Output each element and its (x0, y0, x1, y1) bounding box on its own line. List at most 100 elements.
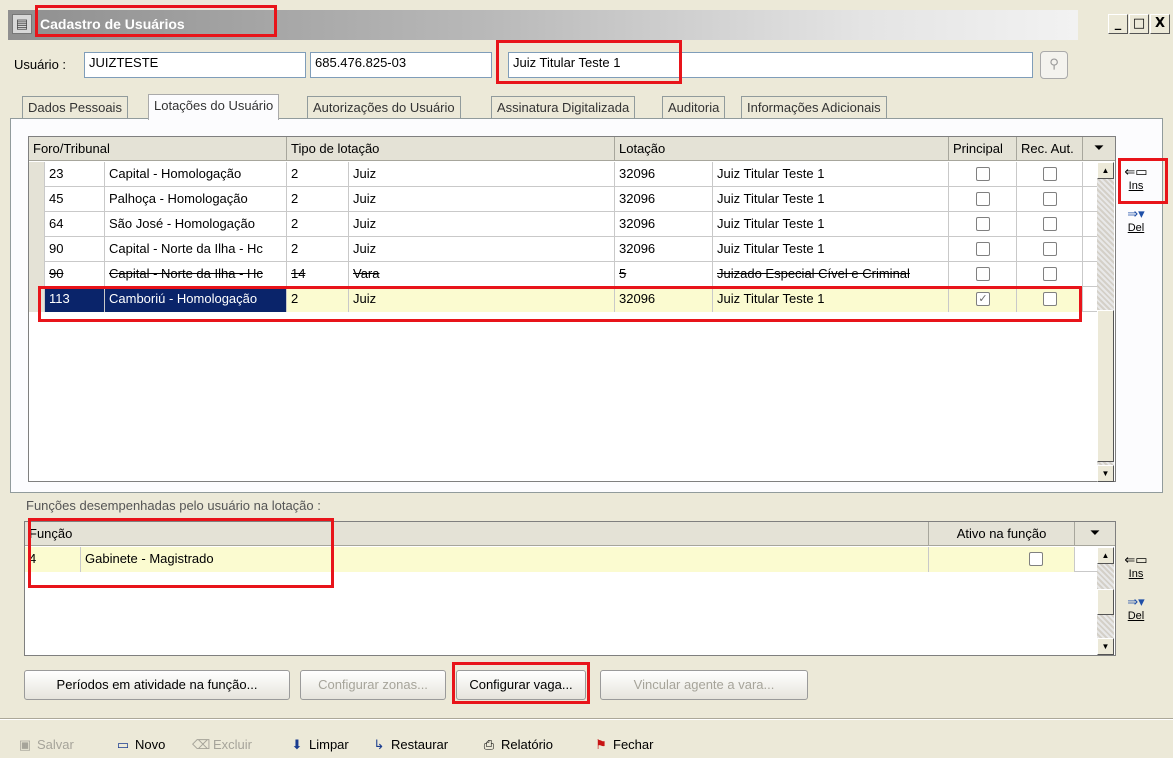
filter-icon[interactable]: ⏷ (1083, 137, 1115, 161)
row-gutter[interactable] (29, 187, 45, 212)
cell-lotacao[interactable]: Juiz Titular Teste 1 (713, 287, 949, 312)
cell-funcao-cod[interactable]: 4 (25, 547, 81, 572)
cell-lotacao[interactable]: Juiz Titular Teste 1 (713, 162, 949, 187)
scroll-down-icon[interactable]: ▼ (1097, 638, 1114, 655)
principal-checkbox[interactable] (976, 242, 990, 256)
app-window-icon[interactable]: ▤ (12, 14, 32, 34)
cell-foro[interactable]: Capital - Homologação (105, 162, 287, 187)
filter-icon[interactable]: ⏷ (1075, 522, 1115, 546)
cell-lot_cod[interactable]: 32096 (615, 212, 713, 237)
cell-tipo_cod[interactable]: 2 (287, 237, 349, 262)
cell-tipo_cod[interactable]: 2 (287, 287, 349, 312)
column-header-rec-aut[interactable]: Rec. Aut. (1017, 137, 1083, 161)
cell-lot_cod[interactable]: 32096 (615, 162, 713, 187)
fechar-button[interactable]: ⚑ Fechar (592, 737, 653, 753)
row-gutter[interactable] (29, 237, 45, 262)
rec-aut-checkbox[interactable] (1043, 217, 1057, 231)
rec-aut-checkbox[interactable] (1043, 242, 1057, 256)
lotacoes-scrollbar[interactable]: ▲ ▼ (1097, 162, 1114, 482)
close-button[interactable]: X (1150, 14, 1170, 34)
configurar-vaga-button[interactable]: Configurar vaga... (456, 670, 586, 700)
novo-button[interactable]: ▭ Novo (114, 737, 166, 753)
user-cpf-field[interactable]: 685.476.825-03 (310, 52, 492, 78)
cell-cod[interactable]: 90 (45, 262, 105, 287)
table-row[interactable]: 90 Capital - Norte da Ilha - Hc 14 Vara 5 Jui… (29, 262, 1097, 287)
excluir-button[interactable]: ⌫ Excluir (192, 737, 252, 753)
cell-lotacao[interactable]: Juiz Titular Teste 1 (713, 187, 949, 212)
principal-checkbox[interactable] (976, 167, 990, 181)
principal-checkbox[interactable] (976, 192, 990, 206)
table-row[interactable]: 64 São José - Homologação 2 Juiz 32096 Juiz T… (29, 212, 1097, 237)
scroll-up-icon[interactable]: ▲ (1097, 162, 1114, 179)
cell-lot_cod[interactable]: 32096 (615, 287, 713, 312)
restaurar-button[interactable]: ↳ Restaurar (370, 737, 449, 753)
cell-foro[interactable]: Capital - Norte da Ilha - Hc (105, 237, 287, 262)
table-row[interactable]: 23 Capital - Homologação 2 Juiz 32096 Juiz Ti… (29, 162, 1097, 187)
column-header-tipo[interactable]: Tipo de lotação (287, 137, 615, 161)
funcoes-scrollbar[interactable]: ▲ ▼ (1097, 547, 1114, 655)
tab-dados-pessoais[interactable]: Dados Pessoais (22, 96, 128, 118)
cell-tipo_cod[interactable]: 2 (287, 162, 349, 187)
cell-tipo[interactable]: Juiz (349, 212, 615, 237)
search-icon[interactable]: ⚲ (1040, 51, 1068, 79)
scroll-down-icon[interactable]: ▼ (1097, 465, 1114, 482)
cell-tipo[interactable]: Juiz (349, 187, 615, 212)
relatorio-button[interactable]: ⎙ Relatório (480, 737, 553, 753)
cell-lotacao[interactable]: Juizado Especial Cível e Criminal (713, 262, 949, 287)
cell-lot_cod[interactable]: 32096 (615, 237, 713, 262)
cell-tipo[interactable]: Juiz (349, 162, 615, 187)
lotacoes-delete-button[interactable]: ⇒▾ Del (1122, 206, 1150, 242)
cell-foro[interactable]: Palhoça - Homologação (105, 187, 287, 212)
row-gutter[interactable] (29, 262, 45, 287)
table-row[interactable]: 4 Gabinete - Magistrado (25, 547, 1097, 572)
salvar-button[interactable]: ▣ Salvar (16, 737, 74, 753)
table-row[interactable]: 45 Palhoça - Homologação 2 Juiz 32096 Juiz Ti… (29, 187, 1097, 212)
column-header-ativo[interactable]: Ativo na função (929, 522, 1075, 546)
lotacoes-insert-button[interactable]: ⇐▭ Ins (1122, 164, 1150, 200)
rec-aut-checkbox[interactable] (1043, 167, 1057, 181)
cell-tipo[interactable]: Juiz (349, 287, 615, 312)
column-header-funcao[interactable]: Função (25, 522, 929, 546)
cell-foro[interactable]: São José - Homologação (105, 212, 287, 237)
principal-checkbox[interactable] (976, 267, 990, 281)
cell-lotacao[interactable]: Juiz Titular Teste 1 (713, 237, 949, 262)
funcoes-delete-button[interactable]: ⇒▾ Del (1122, 594, 1150, 630)
vincular-agente-button[interactable]: Vincular agente a vara... (600, 670, 808, 700)
scroll-up-icon[interactable]: ▲ (1097, 547, 1114, 564)
cell-foro[interactable]: Capital - Norte da Ilha - Hc (105, 262, 287, 287)
tab-informacoes-adicionais[interactable]: Informações Adicionais (741, 96, 887, 118)
funcoes-insert-button[interactable]: ⇐▭ Ins (1122, 552, 1150, 588)
tab-autorizacoes[interactable]: Autorizações do Usuário (307, 96, 461, 118)
table-row[interactable]: 90 Capital - Norte da Ilha - Hc 2 Juiz 32096… (29, 237, 1097, 262)
rec-aut-checkbox[interactable] (1043, 267, 1057, 281)
rec-aut-checkbox[interactable] (1043, 192, 1057, 206)
column-header-lotacao[interactable]: Lotação (615, 137, 949, 161)
periodos-button[interactable]: Períodos em atividade na função... (24, 670, 290, 700)
cell-lotacao[interactable]: Juiz Titular Teste 1 (713, 212, 949, 237)
cell-tipo_cod[interactable]: 2 (287, 187, 349, 212)
cell-cod[interactable]: 64 (45, 212, 105, 237)
limpar-button[interactable]: ⬇ Limpar (288, 737, 349, 753)
principal-checkbox[interactable]: ✓ (976, 292, 990, 306)
rec-aut-checkbox[interactable] (1043, 292, 1057, 306)
cell-cod[interactable]: 113 (45, 287, 105, 312)
cell-lot_cod[interactable]: 5 (615, 262, 713, 287)
configurar-zonas-button[interactable]: Configurar zonas... (300, 670, 446, 700)
scroll-thumb[interactable] (1097, 310, 1114, 462)
cell-funcao-nome[interactable]: Gabinete - Magistrado (81, 547, 929, 572)
cell-foro[interactable]: Camboriú - Homologação (105, 287, 287, 312)
cell-lot_cod[interactable]: 32096 (615, 187, 713, 212)
minimize-button[interactable]: _ (1108, 14, 1128, 34)
tab-auditoria[interactable]: Auditoria (662, 96, 726, 118)
column-header-principal[interactable]: Principal (949, 137, 1017, 161)
tab-assinatura-digitalizada[interactable]: Assinatura Digitalizada (491, 96, 636, 118)
cell-cod[interactable]: 23 (45, 162, 105, 187)
row-gutter[interactable] (29, 287, 45, 312)
user-login-field[interactable]: JUIZTESTE (84, 52, 306, 78)
row-gutter[interactable] (29, 212, 45, 237)
cell-tipo[interactable]: Vara (349, 262, 615, 287)
cell-tipo[interactable]: Juiz (349, 237, 615, 262)
column-header-foro[interactable]: Foro/Tribunal (29, 137, 287, 161)
ativo-checkbox[interactable] (1029, 552, 1043, 566)
cell-tipo_cod[interactable]: 2 (287, 212, 349, 237)
